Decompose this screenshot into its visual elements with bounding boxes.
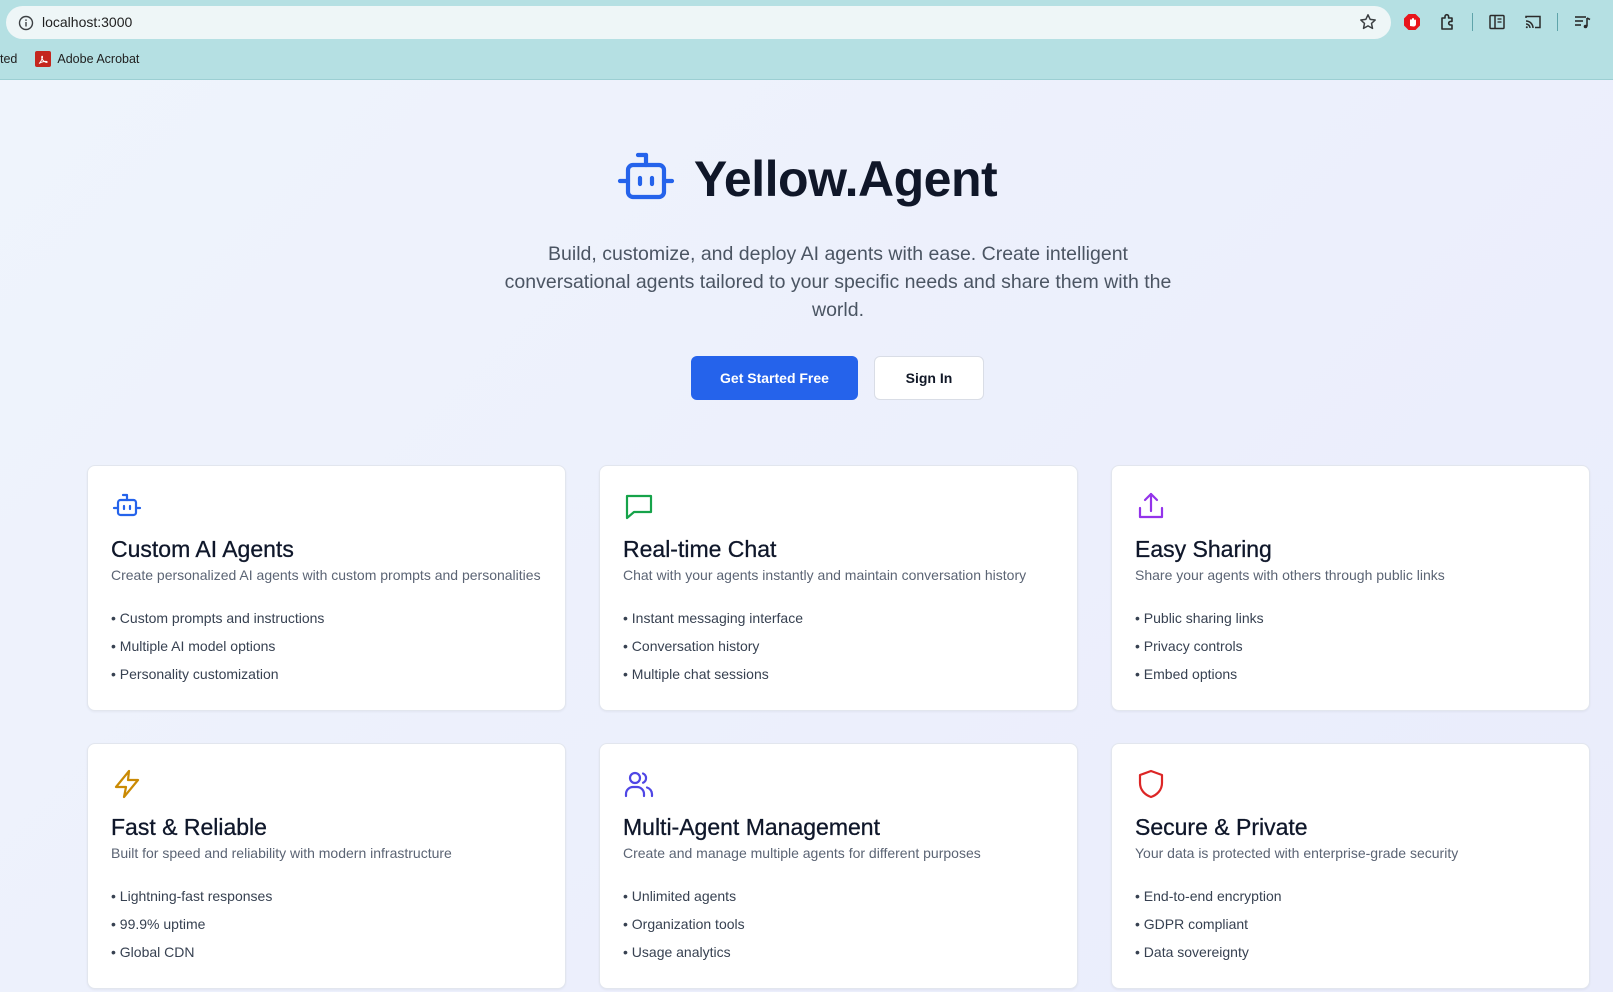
bookmarks-bar: ted Adobe Acrobat (0, 46, 139, 72)
list-item: • Public sharing links (1135, 610, 1264, 626)
list-item: • Organization tools (623, 916, 745, 932)
bot-logo-icon (616, 151, 676, 208)
get-started-button[interactable]: Get Started Free (691, 356, 858, 400)
feature-card-fast-reliable: Fast & Reliable Built for speed and reli… (87, 743, 566, 989)
feature-card-real-time-chat: Real-time Chat Chat with your agents ins… (599, 465, 1078, 711)
shield-icon (1135, 768, 1167, 800)
hero-description: Build, customize, and deploy AI agents w… (504, 243, 1172, 321)
toolbar-divider (1472, 13, 1473, 31)
list-item: • End-to-end encryption (1135, 888, 1282, 904)
list-item: • Multiple chat sessions (623, 666, 769, 682)
list-item: • Usage analytics (623, 944, 731, 960)
feature-bullets: • Public sharing links • Privacy control… (1135, 609, 1264, 693)
bookmark-adobe-acrobat[interactable]: Adobe Acrobat (35, 51, 139, 67)
share-icon (1135, 490, 1167, 522)
feature-description: Share your agents with others through pu… (1135, 567, 1445, 583)
chat-icon (623, 490, 655, 522)
feature-description: Your data is protected with enterprise-g… (1135, 845, 1459, 861)
list-item: • Conversation history (623, 638, 760, 654)
brand-title: Yellow.Agent (693, 151, 998, 207)
list-item: • Global CDN (111, 944, 195, 960)
sign-in-button[interactable]: Sign In (874, 356, 984, 400)
feature-title: Easy Sharing (1135, 536, 1272, 562)
list-item: • GDPR compliant (1135, 916, 1249, 932)
address-bar[interactable]: localhost:3000 (6, 6, 1391, 39)
feature-card-secure-private: Secure & Private Your data is protected … (1111, 743, 1590, 989)
extensions-icon[interactable] (1436, 10, 1460, 34)
users-icon (623, 768, 655, 800)
url-text[interactable]: localhost:3000 (42, 14, 132, 30)
bookmark-truncated[interactable]: ted (0, 52, 17, 66)
list-item: • Privacy controls (1135, 638, 1243, 654)
reading-list-icon[interactable] (1485, 10, 1509, 34)
feature-card-multi-agent-management: Multi-Agent Management Create and manage… (599, 743, 1078, 989)
feature-bullets: • Unlimited agents • Organization tools … (623, 887, 745, 971)
feature-card-easy-sharing: Easy Sharing Share your agents with othe… (1111, 465, 1590, 711)
adblock-extension-icon[interactable] (1400, 10, 1424, 34)
landing-page: Yellow.Agent Build, customize, and deplo… (0, 80, 1613, 992)
feature-description: Create and manage multiple agents for di… (623, 845, 981, 861)
list-item: • Multiple AI model options (111, 638, 276, 654)
list-item: • Unlimited agents (623, 888, 737, 904)
browser-chrome: localhost:3000 ted Adobe Acrobat (0, 0, 1613, 80)
feature-title: Fast & Reliable (111, 814, 267, 840)
list-item: • Instant messaging interface (623, 610, 803, 626)
site-info-icon[interactable] (16, 13, 35, 32)
feature-bullets: • Instant messaging interface • Conversa… (623, 609, 803, 693)
feature-description: Create personalized AI agents with custo… (111, 567, 541, 583)
feature-description: Built for speed and reliability with mod… (111, 845, 452, 861)
bookmark-label: Adobe Acrobat (57, 52, 140, 66)
bookmark-star-icon[interactable] (1358, 12, 1378, 32)
list-item: • Custom prompts and instructions (111, 610, 325, 626)
adobe-acrobat-icon (35, 51, 52, 67)
feature-title: Custom AI Agents (111, 536, 294, 562)
list-item: • Lightning-fast responses (111, 888, 273, 904)
feature-bullets: • End-to-end encryption • GDPR compliant… (1135, 887, 1282, 971)
feature-title: Secure & Private (1135, 814, 1308, 840)
feature-title: Real-time Chat (623, 536, 777, 562)
media-control-icon[interactable] (1570, 10, 1594, 34)
lightning-icon (111, 768, 143, 800)
browser-toolbar (1400, 8, 1606, 36)
hero-heading: Yellow.Agent (0, 150, 1613, 208)
cast-icon[interactable] (1521, 10, 1545, 34)
list-item: • Personality customization (111, 666, 279, 682)
feature-card-custom-ai-agents: Custom AI Agents Create personalized AI … (87, 465, 566, 711)
feature-title: Multi-Agent Management (623, 814, 880, 840)
list-item: • Data sovereignty (1135, 944, 1249, 960)
feature-bullets: • Custom prompts and instructions • Mult… (111, 609, 324, 693)
bot-icon (111, 490, 143, 522)
feature-description: Chat with your agents instantly and main… (623, 567, 1027, 583)
toolbar-divider (1557, 13, 1558, 31)
list-item: • Embed options (1135, 666, 1238, 682)
list-item: • 99.9% uptime (111, 916, 206, 932)
feature-bullets: • Lightning-fast responses • 99.9% uptim… (111, 887, 272, 971)
